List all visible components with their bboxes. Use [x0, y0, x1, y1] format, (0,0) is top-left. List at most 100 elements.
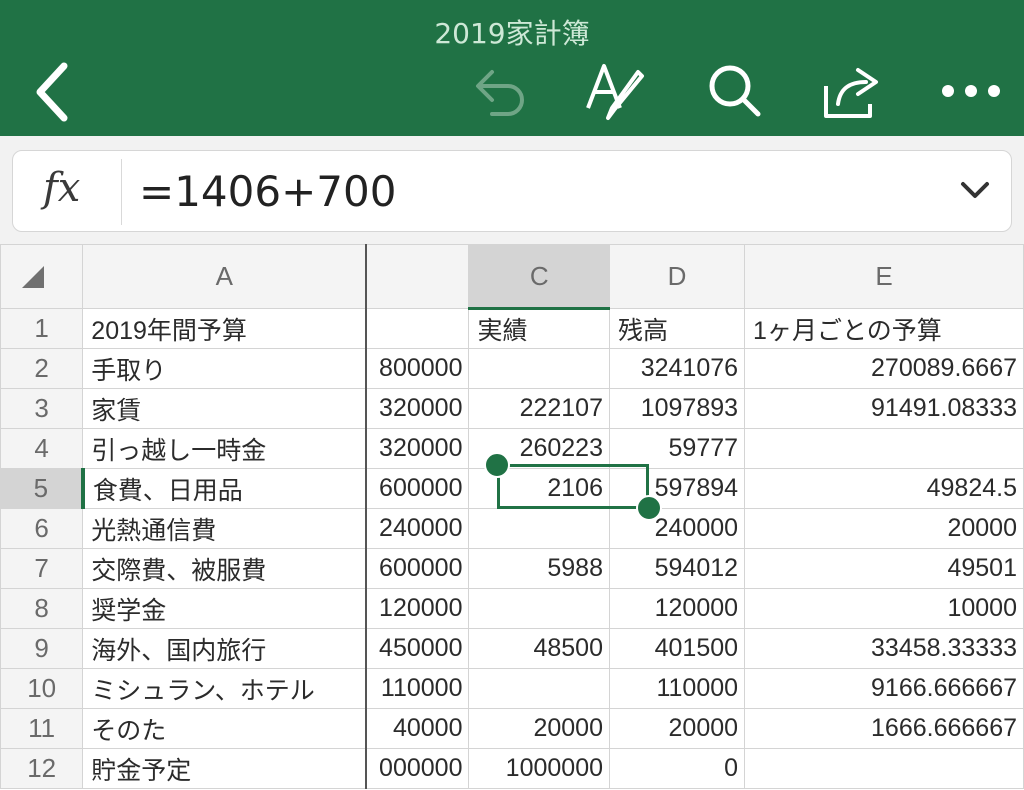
cell-e[interactable]: 270089.6667 — [744, 348, 1024, 389]
cell-e[interactable] — [744, 748, 1024, 789]
cell-e[interactable]: 91491.08333 — [744, 388, 1024, 429]
table-row: 1 2019年間予算 実績 残高 1ヶ月ごとの予算 — [0, 308, 1024, 349]
cell-d[interactable]: 3241076 — [608, 348, 746, 389]
column-header-c[interactable]: C — [468, 244, 610, 310]
cell-d[interactable]: 残高 — [608, 308, 746, 349]
cell-a[interactable]: そのた — [82, 708, 368, 749]
fx-label: fx — [43, 165, 81, 211]
cell-a[interactable]: 手取り — [82, 348, 368, 389]
document-title: 2019家計簿 — [434, 17, 590, 50]
row-header[interactable]: 1 — [0, 308, 84, 349]
row-header[interactable]: 7 — [0, 548, 84, 589]
cell-c[interactable] — [468, 588, 610, 629]
column-header-d[interactable]: D — [608, 244, 746, 309]
undo-button[interactable] — [470, 62, 530, 118]
select-all-corner[interactable] — [0, 244, 84, 309]
cell-b[interactable]: 800000 — [365, 348, 470, 389]
column-header-a[interactable]: A — [82, 244, 368, 309]
cell-c[interactable] — [468, 508, 610, 549]
row-header[interactable]: 5 — [0, 468, 85, 509]
row-header[interactable]: 11 — [0, 708, 84, 749]
cell-b[interactable]: 40000 — [365, 708, 470, 749]
cell-d[interactable]: 240000 — [608, 508, 746, 549]
row-header[interactable]: 8 — [0, 588, 84, 629]
cell-b[interactable]: 320000 — [365, 428, 470, 469]
cell-e[interactable]: 1666.666667 — [744, 708, 1024, 749]
back-button[interactable] — [30, 60, 74, 124]
row-header[interactable]: 4 — [0, 428, 84, 469]
expand-formula-button[interactable] — [957, 175, 993, 209]
row-header[interactable]: 10 — [0, 668, 84, 709]
cell-e[interactable] — [744, 428, 1024, 469]
cell-d[interactable]: 1097893 — [608, 388, 746, 429]
cell-a[interactable]: 光熱通信費 — [82, 508, 368, 549]
cell-c[interactable]: 48500 — [468, 628, 610, 669]
cell-c[interactable]: 実績 — [468, 308, 610, 349]
share-button[interactable] — [820, 60, 884, 122]
cell-a[interactable]: 奨学金 — [82, 588, 368, 629]
row-header[interactable]: 2 — [0, 348, 84, 389]
cell-c[interactable]: 20000 — [468, 708, 610, 749]
cell-b[interactable]: 120000 — [365, 588, 470, 629]
selection-handle-top-left[interactable] — [484, 452, 510, 478]
cell-e[interactable]: 49501 — [744, 548, 1024, 589]
cell-a[interactable]: 交際費、被服費 — [82, 548, 368, 589]
table-row: 4 引っ越し一時金 320000 260223 59777 — [0, 428, 1024, 469]
cell-d[interactable]: 20000 — [608, 708, 746, 749]
share-icon — [824, 68, 878, 118]
row-header[interactable]: 6 — [0, 508, 84, 549]
cell-a[interactable]: 家賃 — [82, 388, 368, 429]
cell-e[interactable]: 10000 — [744, 588, 1024, 629]
cell-d[interactable]: 110000 — [608, 668, 746, 709]
row-header[interactable]: 9 — [0, 628, 84, 669]
cell-e[interactable]: 20000 — [744, 508, 1024, 549]
cell-d[interactable]: 594012 — [608, 548, 746, 589]
table-row: 2 手取り 800000 3241076 270089.6667 — [0, 348, 1024, 389]
cell-b[interactable]: 000000 — [365, 748, 470, 789]
table-row: 10 ミシュラン、ホテル 110000 110000 9166.666667 — [0, 668, 1024, 709]
cell-d[interactable]: 401500 — [608, 628, 746, 669]
edit-text-button[interactable] — [584, 60, 652, 122]
table-row: 8 奨学金 120000 120000 10000 — [0, 588, 1024, 629]
cell-b[interactable] — [365, 308, 470, 349]
cell-b[interactable]: 600000 — [365, 548, 470, 589]
cell-d[interactable]: 59777 — [608, 428, 746, 469]
cell-b[interactable]: 110000 — [365, 668, 470, 709]
text-edit-pen-icon — [586, 64, 644, 120]
search-button[interactable] — [706, 62, 764, 120]
cell-c[interactable] — [468, 348, 610, 389]
cell-e[interactable]: 33458.33333 — [744, 628, 1024, 669]
column-header-e[interactable]: E — [744, 244, 1024, 309]
column-header-row: A C D E — [0, 244, 1024, 310]
cell-e[interactable]: 1ヶ月ごとの予算 — [744, 308, 1024, 349]
cell-a[interactable]: 食費、日用品 — [82, 468, 368, 509]
cell-b[interactable]: 450000 — [365, 628, 470, 669]
column-header-b[interactable] — [365, 244, 470, 309]
cell-c[interactable]: 5988 — [468, 548, 610, 589]
more-button[interactable] — [940, 80, 1002, 102]
formula-input[interactable] — [139, 161, 939, 221]
cell-b[interactable]: 600000 — [365, 468, 470, 509]
cell-a[interactable]: 貯金予定 — [82, 748, 368, 789]
cell-a[interactable]: 引っ越し一時金 — [82, 428, 368, 469]
cell-c[interactable]: 1000000 — [468, 748, 610, 789]
chevron-down-icon — [961, 182, 989, 198]
cell-c[interactable] — [468, 668, 610, 709]
cell-a[interactable]: ミシュラン、ホテル — [82, 668, 368, 709]
row-header[interactable]: 3 — [0, 388, 84, 429]
selection-handle-bottom-right[interactable] — [636, 495, 662, 521]
row-header[interactable]: 12 — [0, 748, 84, 789]
cell-d[interactable]: 120000 — [608, 588, 746, 629]
cell-e[interactable]: 49824.5 — [744, 468, 1024, 509]
table-row: 5 食費、日用品 600000 2106 597894 49824.5 — [0, 468, 1024, 509]
spreadsheet-grid[interactable]: A C D E 1 2019年間予算 実績 残高 1ヶ月ごとの予算 2 手取り 800000 3… — [0, 244, 1024, 790]
cell-b[interactable]: 320000 — [365, 388, 470, 429]
cell-a[interactable]: 2019年間予算 — [82, 308, 368, 349]
cell-c[interactable]: 222107 — [468, 388, 610, 429]
cell-b[interactable]: 240000 — [365, 508, 470, 549]
cell-e[interactable]: 9166.666667 — [744, 668, 1024, 709]
cell-a[interactable]: 海外、国内旅行 — [82, 628, 368, 669]
cell-d[interactable]: 597894 — [608, 468, 746, 509]
sheet-table: A C D E 1 2019年間予算 実績 残高 1ヶ月ごとの予算 2 手取り 800000 3… — [0, 244, 1024, 789]
cell-d[interactable]: 0 — [608, 748, 746, 789]
